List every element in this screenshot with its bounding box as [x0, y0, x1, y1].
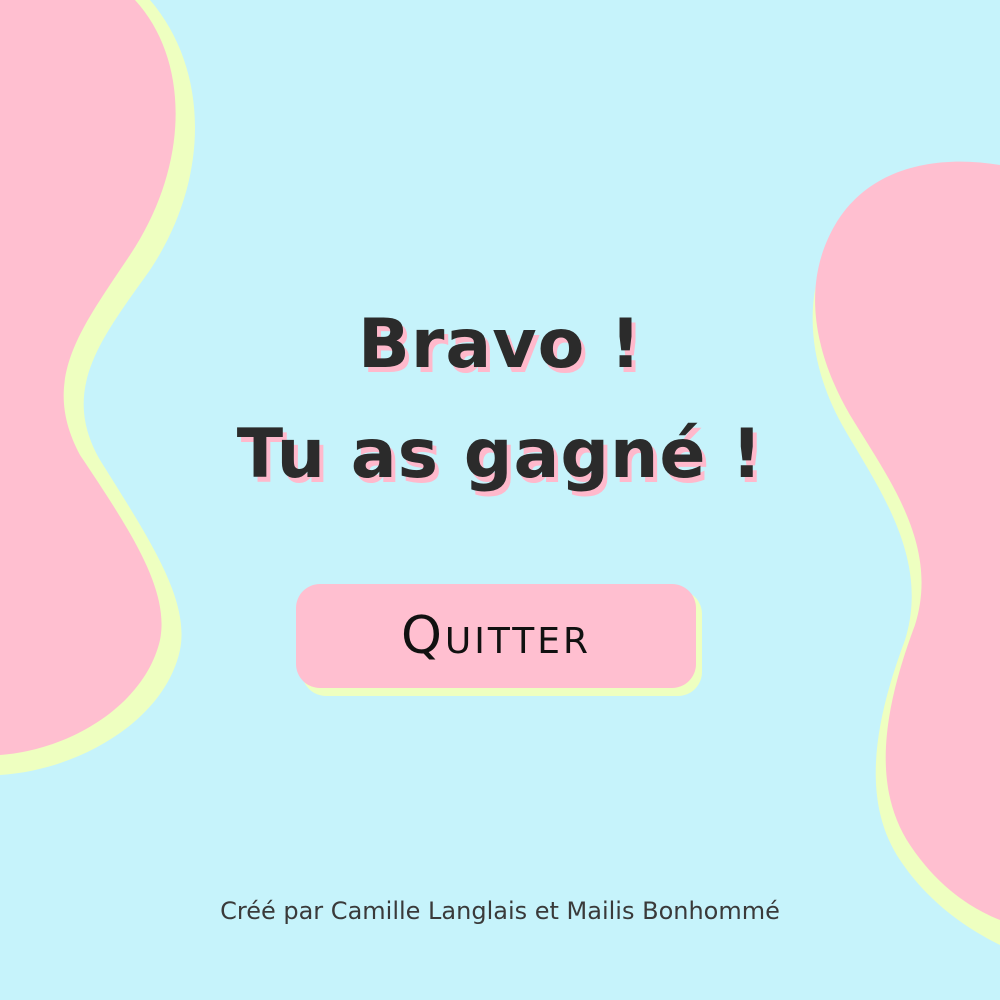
quit-button[interactable]: Quitter — [296, 584, 696, 688]
credits-text: Créé par Camille Langlais et Mailis Bonh… — [220, 897, 780, 925]
victory-screen: Bravo ! Tu as gagné ! Quitter Créé par C… — [0, 0, 1000, 1000]
victory-title-line-2: Tu as gagné ! — [236, 415, 764, 494]
victory-title-line-1: Bravo ! — [358, 305, 642, 384]
decorative-blobs — [0, 0, 1000, 946]
